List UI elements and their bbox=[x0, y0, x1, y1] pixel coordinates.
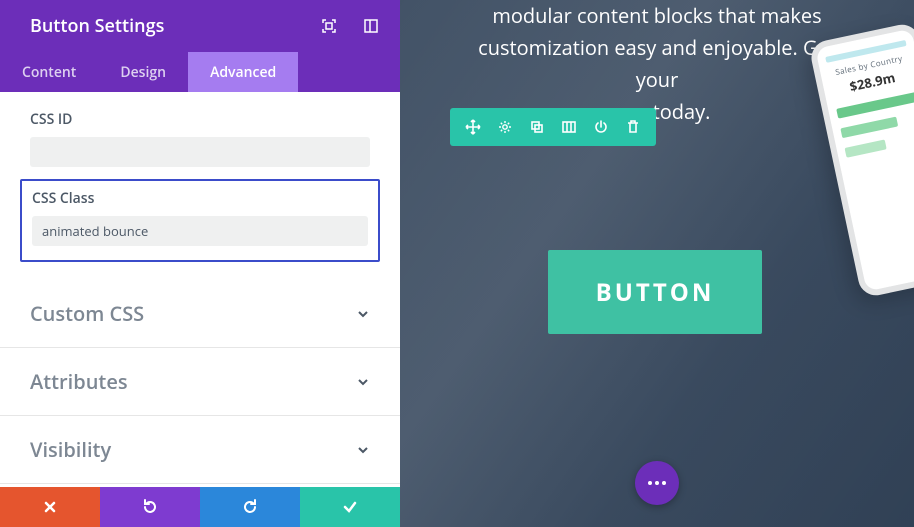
cancel-button[interactable] bbox=[0, 487, 100, 527]
power-icon[interactable] bbox=[592, 118, 610, 136]
hero-line: modular content blocks that makes bbox=[492, 2, 821, 29]
undo-button[interactable] bbox=[100, 487, 200, 527]
dot-icon bbox=[648, 481, 652, 485]
module-toolbar bbox=[450, 108, 656, 146]
tab-design[interactable]: Design bbox=[98, 52, 188, 92]
css-class-field: CSS Class bbox=[20, 179, 380, 262]
css-class-input[interactable] bbox=[32, 216, 368, 246]
tab-advanced[interactable]: Advanced bbox=[188, 52, 298, 92]
settings-panel: Button Settings Content Design Advance bbox=[0, 0, 400, 527]
preview-canvas: modular content blocks that makes custom… bbox=[400, 0, 914, 527]
tab-content[interactable]: Content bbox=[0, 52, 98, 92]
accordion-visibility[interactable]: Visibility bbox=[0, 416, 400, 484]
css-id-field: CSS ID bbox=[0, 102, 400, 179]
phone-mockup: Sales by Country $28.9m bbox=[808, 21, 914, 298]
phone-screen: Sales by Country $28.9m bbox=[815, 29, 914, 292]
duplicate-icon[interactable] bbox=[528, 118, 546, 136]
more-actions-fab[interactable] bbox=[635, 461, 679, 505]
hero-line: customization easy and enjoyable. Get yo… bbox=[478, 34, 836, 93]
panel-body: CSS ID CSS Class Custom CSS Attributes bbox=[0, 92, 400, 527]
accordion-label: Custom CSS bbox=[30, 300, 144, 327]
accordion-attributes[interactable]: Attributes bbox=[0, 348, 400, 416]
accordion-label: Visibility bbox=[30, 436, 111, 463]
css-class-label: CSS Class bbox=[32, 189, 368, 208]
confirm-button[interactable] bbox=[300, 487, 400, 527]
chevron-down-icon bbox=[356, 375, 370, 389]
preview-button[interactable]: BUTTON bbox=[548, 250, 762, 334]
accordion-label: Attributes bbox=[30, 368, 128, 395]
dot-icon bbox=[655, 481, 659, 485]
redo-button[interactable] bbox=[200, 487, 300, 527]
dot-icon bbox=[662, 481, 666, 485]
expand-icon[interactable] bbox=[320, 17, 338, 35]
accordion-custom-css[interactable]: Custom CSS bbox=[0, 280, 400, 348]
trash-icon[interactable] bbox=[624, 118, 642, 136]
css-id-input[interactable] bbox=[30, 137, 370, 167]
panel-header: Button Settings bbox=[0, 0, 400, 52]
columns-icon[interactable] bbox=[560, 118, 578, 136]
panel-title: Button Settings bbox=[30, 14, 164, 38]
settings-tabs: Content Design Advanced bbox=[0, 52, 400, 92]
chevron-down-icon bbox=[356, 307, 370, 321]
panel-layout-icon[interactable] bbox=[362, 17, 380, 35]
gear-icon[interactable] bbox=[496, 118, 514, 136]
move-icon[interactable] bbox=[464, 118, 482, 136]
panel-footer bbox=[0, 487, 400, 527]
css-id-label: CSS ID bbox=[30, 110, 370, 129]
chevron-down-icon bbox=[356, 443, 370, 457]
